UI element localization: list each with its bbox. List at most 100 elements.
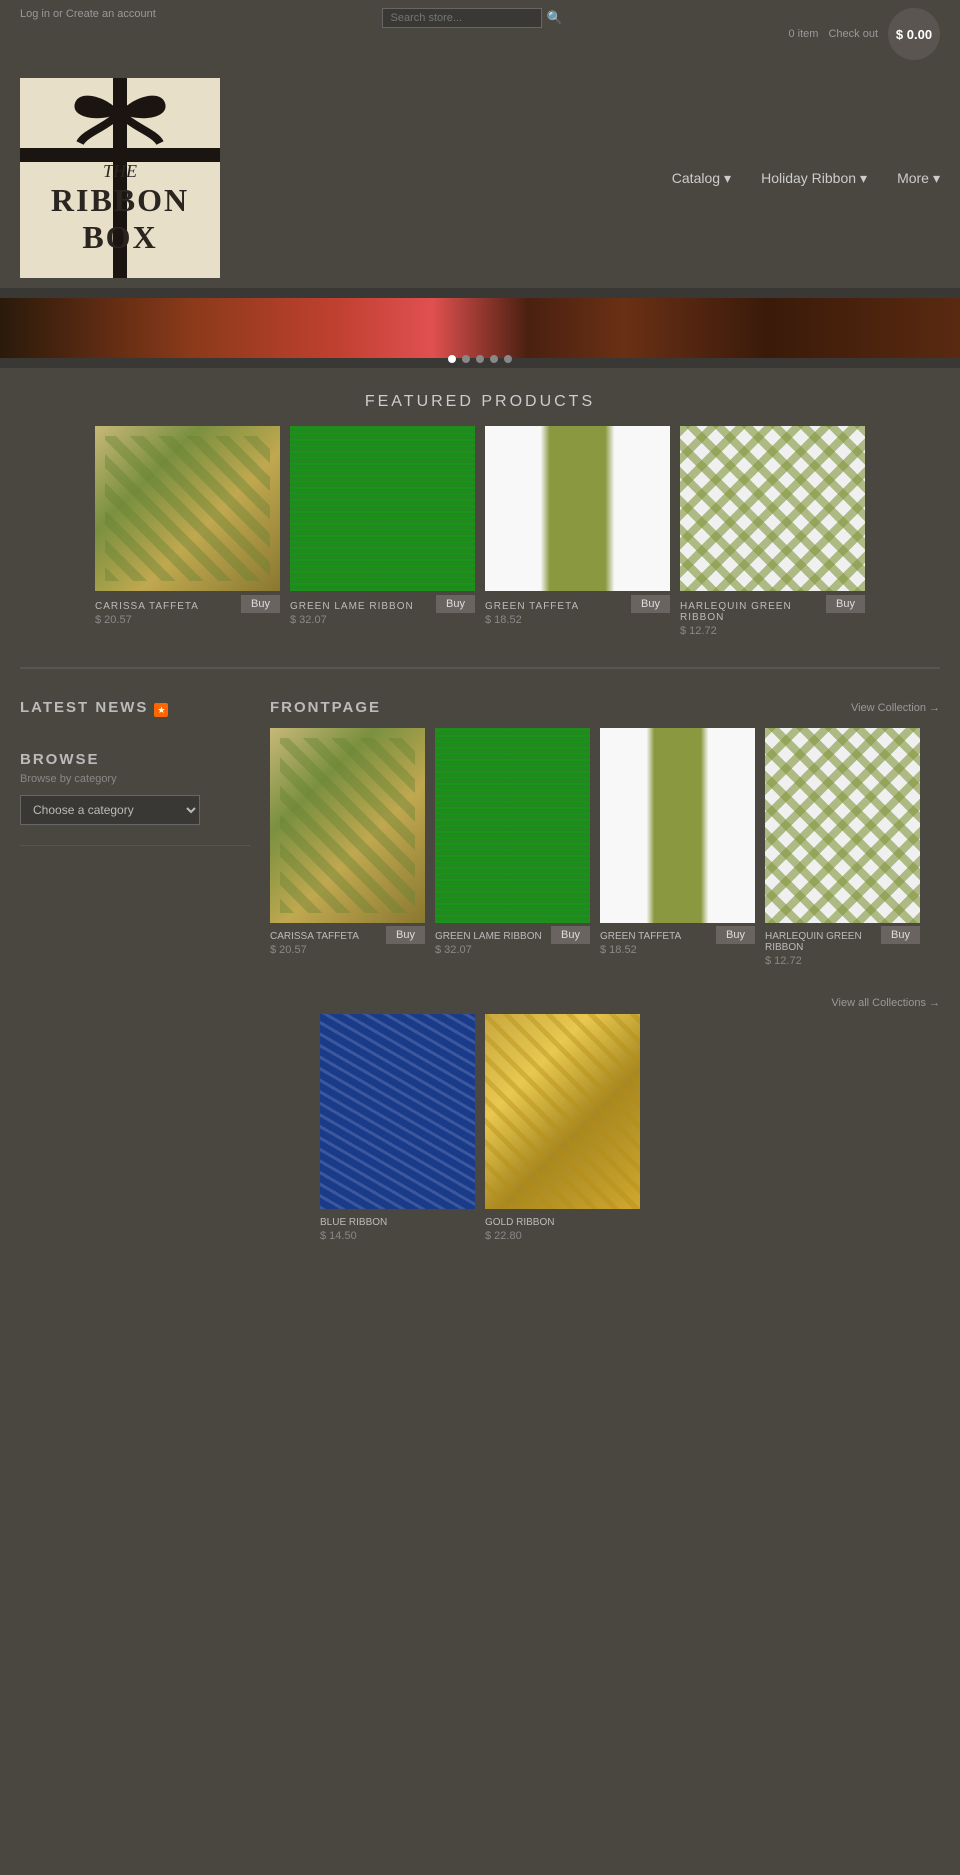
fp-product-image-2 — [600, 728, 755, 923]
fp-product-1: GREEN LAME RIBBON $ 32.07 Buy — [435, 728, 590, 967]
search-input[interactable] — [382, 8, 542, 28]
fp-product-price-0: $ 20.57 — [270, 944, 359, 956]
logo-area: THE RIBBON BOX — [20, 78, 240, 278]
fp-buy-button-3[interactable]: Buy — [881, 926, 920, 944]
view-all-header: View all Collections → — [0, 987, 960, 1014]
nav-holiday-ribbon[interactable]: Holiday Ribbon ▾ — [761, 170, 867, 187]
buy-button-3[interactable]: Buy — [826, 595, 865, 613]
fp-product-price-2: $ 18.52 — [600, 944, 681, 956]
top-bar-left: Log in or Create an account — [20, 8, 156, 20]
product-name-3: HARLEQUIN GREEN RIBBON — [680, 601, 826, 623]
logo-the: THE — [51, 161, 189, 182]
fp-buy-button-1[interactable]: Buy — [551, 926, 590, 944]
header: THE RIBBON BOX Catalog ▾ Holiday Ribbon … — [0, 68, 960, 288]
product-footer-0: CARISSA TAFFETA $ 20.57 Buy — [95, 595, 280, 626]
rss-icon: ★ — [154, 703, 168, 717]
fp-product-name-0: CARISSA TAFFETA — [270, 931, 359, 942]
dot-5[interactable] — [504, 355, 512, 363]
cart-total[interactable]: $ 0.00 — [888, 8, 940, 60]
fp-product-name-3: HARLEQUIN GREEN RIBBON — [765, 931, 881, 953]
fp-product-name-1: GREEN LAME RIBBON — [435, 931, 542, 942]
product-footer-2: GREEN TAFFETA $ 18.52 Buy — [485, 595, 670, 626]
bottom-product-image-1 — [485, 1014, 640, 1209]
product-image-0 — [95, 426, 280, 591]
view-collection-link[interactable]: View Collection → — [851, 702, 940, 714]
nav-catalog[interactable]: Catalog ▾ — [672, 170, 731, 187]
product-image-1 — [290, 426, 475, 591]
featured-title: FEATURED PRODUCTS — [0, 368, 960, 426]
fp-buy-button-0[interactable]: Buy — [386, 926, 425, 944]
dot-4[interactable] — [490, 355, 498, 363]
top-bar: Log in or Create an account 🔍 0 item Che… — [0, 0, 960, 68]
more-chevron-icon: ▾ — [933, 170, 940, 187]
login-link[interactable]: Log in — [20, 8, 50, 20]
frontpage-products-grid: CARISSA TAFFETA $ 20.57 Buy GREEN LAME R… — [270, 728, 940, 967]
latest-news-header: LATEST NEWS ★ — [20, 699, 250, 721]
create-account-link[interactable]: Create an account — [66, 8, 156, 20]
nav-more[interactable]: More ▾ — [897, 170, 940, 187]
featured-product-2: GREEN TAFFETA $ 18.52 Buy — [485, 426, 670, 637]
frontpage-header: FRONTPAGE View Collection → — [270, 699, 940, 716]
bottom-product-price-1: $ 22.80 — [485, 1230, 554, 1242]
bottom-product-price-0: $ 14.50 — [320, 1230, 387, 1242]
logo-text: THE RIBBON BOX — [51, 101, 189, 256]
product-name-2: GREEN TAFFETA — [485, 601, 579, 612]
buy-button-1[interactable]: Buy — [436, 595, 475, 613]
bottom-product-image-0 — [320, 1014, 475, 1209]
browse-section: BROWSE Browse by category Choose a categ… — [20, 751, 250, 825]
frontpage-section: FRONTPAGE View Collection → CARISSA TAFF… — [270, 699, 940, 967]
view-all-link[interactable]: View all Collections → — [831, 997, 940, 1009]
featured-product-3: HARLEQUIN GREEN RIBBON $ 12.72 Buy — [680, 426, 865, 637]
fp-product-footer-1: GREEN LAME RIBBON $ 32.07 Buy — [435, 926, 590, 956]
cart-items: 0 item — [789, 28, 819, 40]
featured-product-1: GREEN LAME RIBBON $ 32.07 Buy — [290, 426, 475, 637]
or-text: or — [53, 8, 66, 20]
logo-ribbon: RIBBON — [51, 182, 189, 219]
browse-subtitle: Browse by category — [20, 773, 250, 785]
nav-area: Catalog ▾ Holiday Ribbon ▾ More ▾ — [240, 170, 940, 187]
product-price-2: $ 18.52 — [485, 614, 579, 626]
fp-product-footer-2: GREEN TAFFETA $ 18.52 Buy — [600, 926, 755, 956]
checkout-link[interactable]: Check out — [828, 28, 878, 40]
product-footer-1: GREEN LAME RIBBON $ 32.07 Buy — [290, 595, 475, 626]
product-price-0: $ 20.57 — [95, 614, 199, 626]
fp-buy-button-2[interactable]: Buy — [716, 926, 755, 944]
logo[interactable]: THE RIBBON BOX — [20, 78, 220, 278]
bottom-products-grid: BLUE RIBBON $ 14.50 GOLD RIBBON $ 22.80 — [0, 1014, 960, 1262]
bottom-product-name-0: BLUE RIBBON — [320, 1217, 387, 1228]
search-area: 🔍 — [156, 8, 789, 28]
fp-product-image-3 — [765, 728, 920, 923]
dot-1[interactable] — [448, 355, 456, 363]
product-price-1: $ 32.07 — [290, 614, 414, 626]
product-price-3: $ 12.72 — [680, 625, 826, 637]
latest-news-title: LATEST NEWS — [20, 699, 148, 716]
dot-3[interactable] — [476, 355, 484, 363]
product-name-1: GREEN LAME RIBBON — [290, 601, 414, 612]
bottom-product-footer-1: GOLD RIBBON $ 22.80 — [485, 1212, 640, 1242]
banner-slider[interactable] — [0, 288, 960, 368]
logo-box-text: BOX — [51, 219, 189, 256]
catalog-chevron-icon: ▾ — [724, 170, 731, 187]
frontpage-title: FRONTPAGE — [270, 699, 381, 716]
search-button[interactable]: 🔍 — [547, 10, 563, 26]
bottom-product-0: BLUE RIBBON $ 14.50 — [320, 1014, 475, 1242]
featured-products-grid: CARISSA TAFFETA $ 20.57 Buy GREEN LAME R… — [0, 426, 960, 657]
diamond-pattern — [680, 426, 865, 591]
fp-diamond-pattern — [765, 728, 920, 923]
banner-dots — [448, 355, 512, 363]
product-image-2 — [485, 426, 670, 591]
section-divider — [20, 667, 940, 669]
dot-2[interactable] — [462, 355, 470, 363]
buy-button-2[interactable]: Buy — [631, 595, 670, 613]
cart-area: 0 item Check out $ 0.00 — [789, 8, 941, 60]
fp-product-image-1 — [435, 728, 590, 923]
product-footer-3: HARLEQUIN GREEN RIBBON $ 12.72 Buy — [680, 595, 865, 637]
category-select[interactable]: Choose a category — [20, 795, 200, 825]
fp-product-footer-0: CARISSA TAFFETA $ 20.57 Buy — [270, 926, 425, 956]
fp-product-footer-3: HARLEQUIN GREEN RIBBON $ 12.72 Buy — [765, 926, 920, 967]
buy-button-0[interactable]: Buy — [241, 595, 280, 613]
fp-product-price-1: $ 32.07 — [435, 944, 542, 956]
holiday-chevron-icon: ▾ — [860, 170, 867, 187]
bottom-product-1: GOLD RIBBON $ 22.80 — [485, 1014, 640, 1242]
product-name-0: CARISSA TAFFETA — [95, 601, 199, 612]
